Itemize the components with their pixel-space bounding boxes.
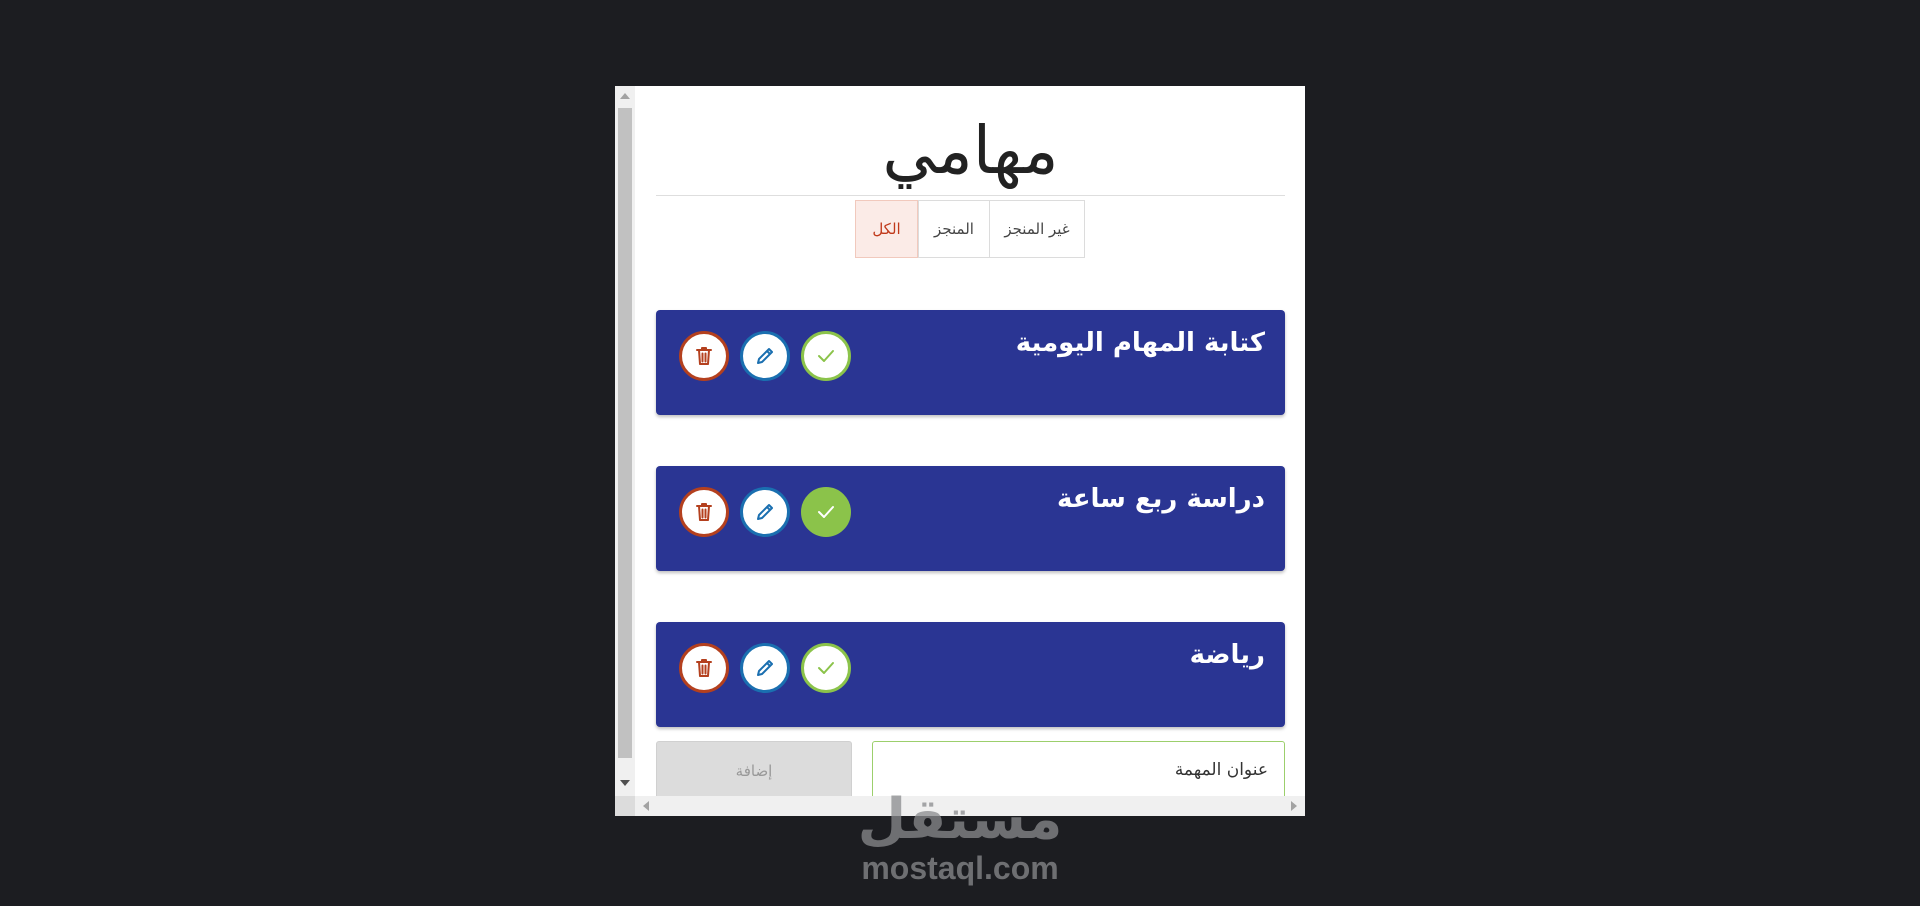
task-card: كتابة المهام اليومية: [656, 310, 1285, 415]
task-actions: [679, 643, 859, 699]
edit-button[interactable]: [740, 643, 790, 693]
delete-button[interactable]: [679, 487, 729, 537]
watermark-arabic: مستقل: [857, 787, 1063, 852]
task-actions: [679, 487, 859, 543]
scroll-down-arrow-icon[interactable]: [620, 780, 630, 786]
delete-button[interactable]: [679, 643, 729, 693]
task-title: كتابة المهام اليومية: [1015, 328, 1265, 358]
pencil-icon: [757, 660, 773, 676]
task-title: دراسة ربع ساعة: [1056, 484, 1265, 514]
task-card: رياضة: [656, 622, 1285, 727]
scrollbar-corner: [615, 796, 635, 816]
pencil-icon: [757, 504, 773, 520]
task-card: دراسة ربع ساعة: [656, 466, 1285, 571]
delete-button[interactable]: [679, 331, 729, 381]
vertical-scroll-thumb[interactable]: [618, 108, 632, 758]
complete-button[interactable]: [801, 487, 851, 537]
edit-button[interactable]: [740, 487, 790, 537]
watermark-latin: mostaql.com: [861, 850, 1059, 886]
check-icon: [818, 506, 834, 518]
tab-done[interactable]: المنجز: [918, 200, 990, 258]
check-icon: [818, 350, 834, 362]
trash-icon: [696, 347, 712, 365]
complete-button[interactable]: [801, 331, 851, 381]
pencil-icon: [757, 348, 773, 364]
watermark-logo: مستقل mostaql.com: [820, 787, 1100, 887]
app-window: مهامي الكل المنجز غير المنجز كتابة المها…: [615, 86, 1305, 816]
tab-not-done[interactable]: غير المنجز: [989, 200, 1085, 258]
tab-all[interactable]: الكل: [855, 200, 918, 258]
task-actions: [679, 331, 859, 387]
check-icon: [818, 662, 834, 674]
scroll-left-arrow-icon[interactable]: [643, 801, 649, 811]
main-content: مهامي الكل المنجز غير المنجز كتابة المها…: [656, 86, 1285, 801]
scroll-up-arrow-icon[interactable]: [620, 93, 630, 99]
edit-button[interactable]: [740, 331, 790, 381]
title-divider: [656, 195, 1285, 196]
complete-button[interactable]: [801, 643, 851, 693]
page-title: مهامي: [882, 112, 1059, 189]
task-title: رياضة: [1189, 640, 1265, 670]
scroll-right-arrow-icon[interactable]: [1291, 801, 1297, 811]
filter-tabs: الكل المنجز غير المنجز: [855, 200, 1085, 258]
trash-icon: [696, 503, 712, 521]
vertical-scrollbar[interactable]: [615, 86, 635, 796]
trash-icon: [696, 659, 712, 677]
